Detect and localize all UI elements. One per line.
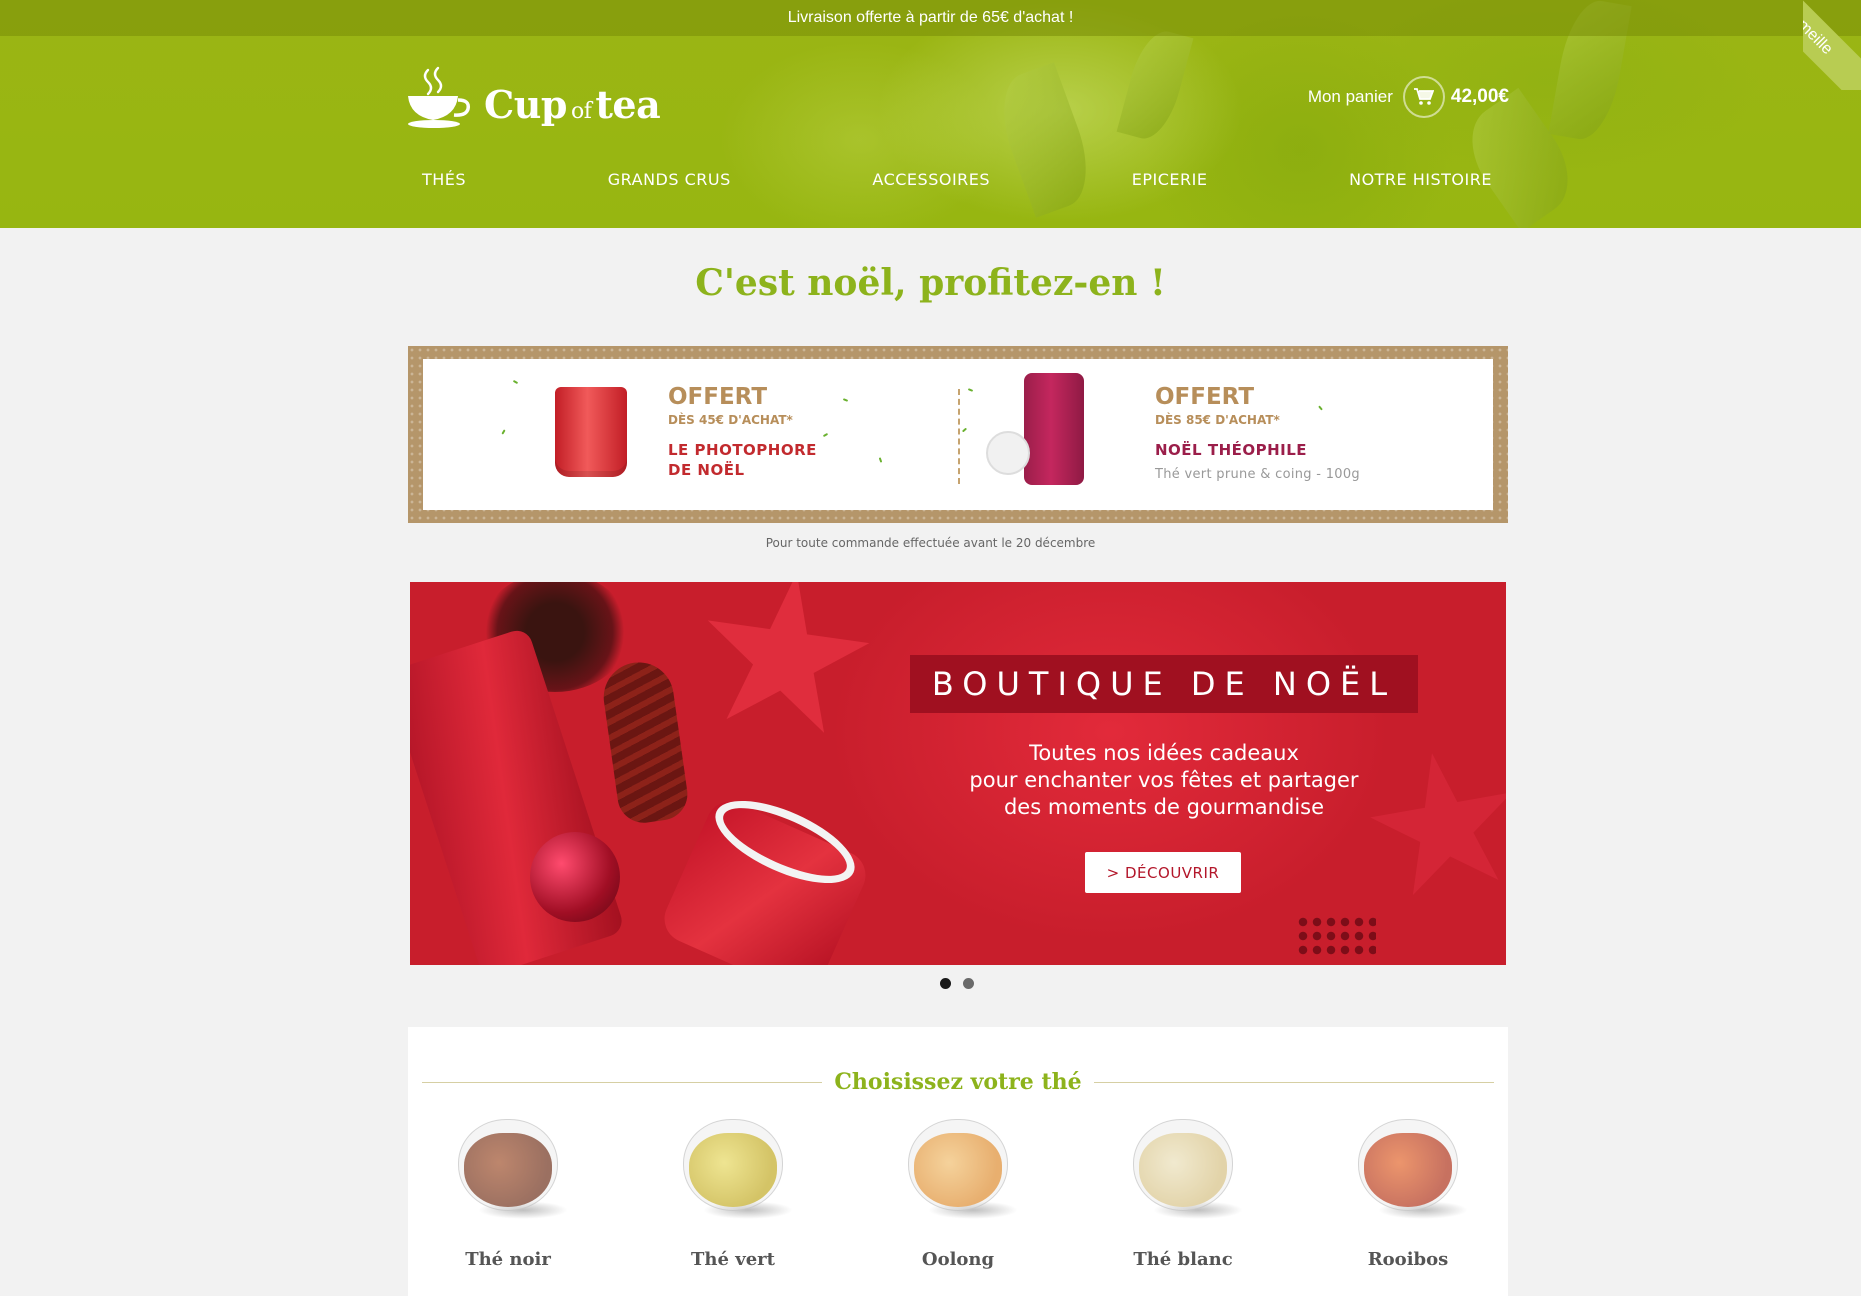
tea-category-name: Oolong — [921, 1249, 995, 1270]
offer-2-text: OFFERT DÈS 85€ D'ACHAT* NOËL THÉOPHILE T… — [1155, 386, 1360, 482]
sprinkle-decoration — [878, 457, 883, 463]
discover-button[interactable]: > DÉCOUVRIR — [1085, 852, 1241, 893]
hero-line-1: Toutes nos idées cadeaux — [1029, 741, 1299, 765]
sprinkle-decoration — [822, 432, 829, 438]
cart-label: Mon panier — [1307, 87, 1393, 106]
offer-photophore: OFFERT DÈS 45€ D'ACHAT* LE PHOTOPHORE DE… — [423, 359, 958, 510]
promo-title: C'est noël, profitez-en ! — [695, 262, 1166, 304]
offer-2-title: OFFERT — [1155, 384, 1255, 410]
logo-word-cup: Cup — [484, 82, 567, 127]
tea-bowl-image — [448, 1115, 568, 1225]
heading-rule-left — [422, 1081, 823, 1083]
offer-1-text: OFFERT DÈS 45€ D'ACHAT* LE PHOTOPHORE DE… — [668, 386, 817, 480]
ornament-image — [530, 832, 620, 922]
hero-description: Toutes nos idées cadeaux pour enchanter … — [910, 740, 1418, 821]
site-logo[interactable]: Cup of tea — [406, 58, 661, 130]
carousel-dot-1[interactable] — [940, 978, 951, 989]
offer-1-title: OFFERT — [668, 384, 768, 410]
hero-line-2: pour enchanter vos fêtes et partager — [969, 768, 1359, 792]
logo-word-tea: tea — [595, 82, 661, 127]
offer-2-condition: DÈS 85€ D'ACHAT* — [1155, 413, 1280, 427]
corner-ribbon-label: meille — [1803, 0, 1861, 90]
logo-word-of: of — [570, 99, 592, 124]
bowl-glass — [1358, 1119, 1458, 1211]
carousel-dots — [940, 978, 974, 989]
offer-1-name-line1: LE PHOTOPHORE — [668, 441, 817, 459]
offer-noel-theophile: OFFERT DÈS 85€ D'ACHAT* NOËL THÉOPHILE T… — [958, 359, 1493, 510]
sprinkle-decoration — [501, 429, 506, 435]
hero-title-box: BOUTIQUE DE NOËL — [910, 655, 1418, 713]
site-header: Livraison offerte à partir de 65€ d'acha… — [0, 0, 1861, 228]
hero-title: BOUTIQUE DE NOËL — [931, 665, 1397, 703]
sprinkle-decoration — [967, 388, 974, 392]
cart-button[interactable] — [1402, 76, 1445, 118]
berries-image — [1296, 915, 1376, 955]
tea-bowl-image — [1123, 1115, 1243, 1225]
theophile-tin-image — [1024, 373, 1084, 485]
offer-note: Pour toute commande effectuée avant le 2… — [765, 536, 1096, 550]
tea-section-heading: Choisissez votre thé — [422, 1069, 1495, 1095]
sprinkle-decoration — [842, 398, 849, 402]
offer-1-name: LE PHOTOPHORE DE NOËL — [668, 441, 817, 480]
gift-offer-banner[interactable]: OFFERT DÈS 45€ D'ACHAT* LE PHOTOPHORE DE… — [408, 346, 1508, 523]
tea-category-the-noir[interactable]: Thé noir — [428, 1115, 588, 1270]
tea-category-list: Thé noir Thé vert Oolong Thé blanc Rooib… — [428, 1115, 1488, 1270]
hero-line-3: des moments de gourmandise — [1003, 795, 1325, 819]
sprinkle-decoration — [961, 427, 968, 433]
sprinkle-decoration — [512, 379, 519, 385]
cart-summary[interactable]: Mon panier 42,00€ — [1308, 76, 1509, 118]
tea-category-name: Thé noir — [465, 1249, 551, 1270]
tea-category-name: Thé blanc — [1133, 1249, 1233, 1270]
hero-slide-boutique-noel[interactable]: BOUTIQUE DE NOËL Toutes nos idées cadeau… — [410, 582, 1506, 965]
nav-item-accessoires[interactable]: ACCESSOIRES — [856, 166, 1006, 198]
offer-banner-inner: OFFERT DÈS 45€ D'ACHAT* LE PHOTOPHORE DE… — [423, 359, 1493, 510]
logo-wordmark: Cup of tea — [484, 86, 661, 130]
carousel-dot-2[interactable] — [963, 978, 974, 989]
nav-item-grands-crus[interactable]: GRANDS CRUS — [592, 166, 747, 198]
tea-category-the-vert[interactable]: Thé vert — [653, 1115, 813, 1270]
tea-category-rooibos[interactable]: Rooibos — [1328, 1115, 1488, 1270]
free-shipping-bar: Livraison offerte à partir de 65€ d'acha… — [0, 0, 1861, 36]
tea-category-oolong[interactable]: Oolong — [878, 1115, 1038, 1270]
leaf-decoration — [1116, 25, 1194, 145]
pine-cone-image — [599, 657, 691, 827]
tea-bowl-image — [673, 1115, 793, 1225]
offer-2-description: Thé vert prune & coing - 100g — [1155, 466, 1360, 482]
tea-category-the-blanc[interactable]: Thé blanc — [1103, 1115, 1263, 1270]
bowl-glass — [1133, 1119, 1233, 1211]
choose-tea-section: Choisissez votre thé Thé noir Thé vert O… — [408, 1027, 1508, 1296]
offer-1-name-line2: DE NOËL — [668, 460, 745, 479]
cart-total: 42,00€ — [1450, 86, 1509, 107]
theophile-tin-lid-image — [986, 431, 1030, 475]
bowl-glass — [683, 1119, 783, 1211]
offer-1-condition: DÈS 45€ D'ACHAT* — [668, 413, 793, 427]
tea-bowl-image — [898, 1115, 1018, 1225]
tea-bowl-image — [1348, 1115, 1468, 1225]
nav-item-epicerie[interactable]: EPICERIE — [1116, 166, 1224, 198]
cart-icon — [1413, 88, 1434, 105]
tea-category-name: Thé vert — [691, 1249, 775, 1270]
bowl-glass — [908, 1119, 1008, 1211]
corner-ribbon[interactable]: meille — [1803, 0, 1861, 90]
main-nav: THÉS GRANDS CRUS ACCESSOIRES EPICERIE NO… — [406, 166, 1508, 198]
tea-section-title: Choisissez votre thé — [834, 1069, 1082, 1095]
nav-item-notre-histoire[interactable]: NOTRE HISTOIRE — [1333, 166, 1508, 198]
teacup-icon — [406, 66, 472, 130]
heading-rule-right — [1093, 1081, 1495, 1083]
bowl-glass — [458, 1119, 558, 1211]
nav-item-thes[interactable]: THÉS — [406, 166, 482, 198]
photophore-candle-image — [555, 387, 627, 477]
tea-category-name: Rooibos — [1367, 1249, 1449, 1270]
offer-2-name: NOËL THÉOPHILE — [1155, 441, 1308, 459]
star-decoration — [689, 582, 881, 753]
